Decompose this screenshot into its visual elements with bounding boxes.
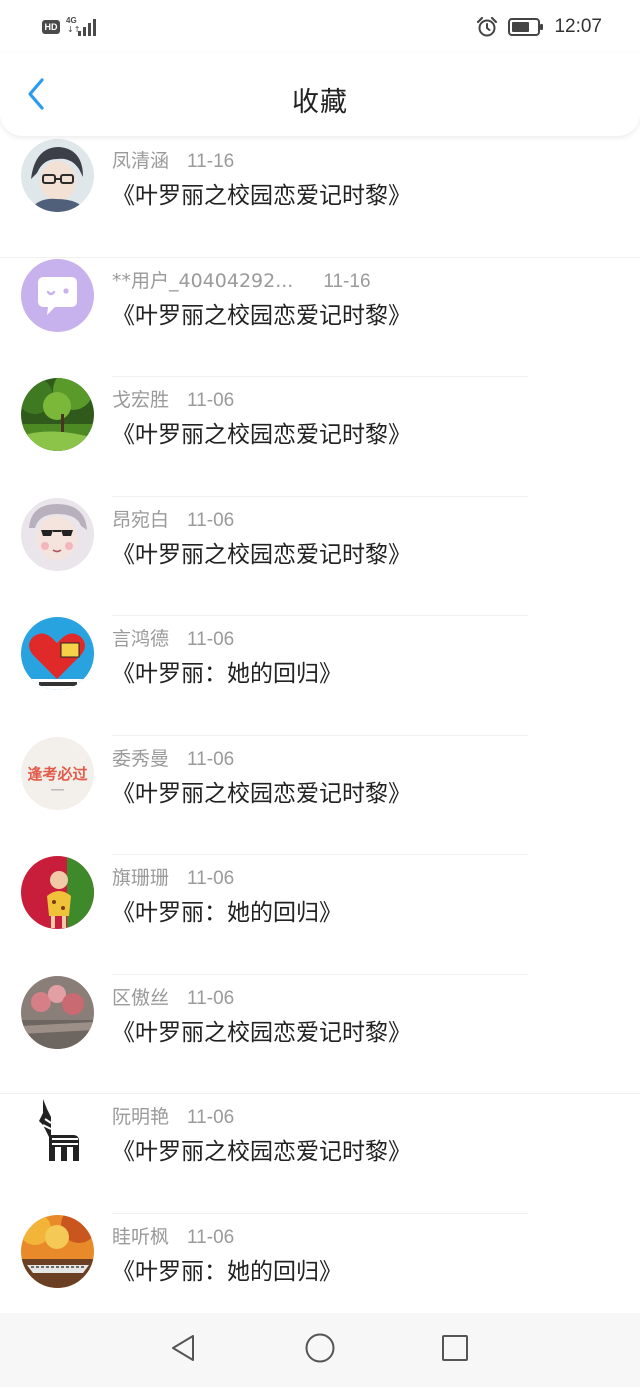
book-title: 《叶罗丽之校园恋爱记时黎》 (112, 1139, 411, 1165)
list-item[interactable]: 旗珊珊 11-06 《叶罗丽：她的回归》 (0, 855, 640, 975)
home-circle-icon (304, 1332, 336, 1368)
date: 11-06 (187, 509, 235, 531)
signal-icon: 4G ↓↑ (66, 16, 98, 38)
avatar: 逢考必过 (21, 736, 94, 810)
avatar (21, 856, 94, 929)
list-item[interactable]: 戈宏胜 11-06 《叶罗丽之校园恋爱记时黎》 (0, 377, 640, 497)
back-triangle-icon (169, 1333, 197, 1367)
item-meta: 戈宏胜 11-06 (112, 385, 234, 412)
date: 11-06 (187, 868, 235, 889)
nav-home-button[interactable] (302, 1332, 338, 1368)
book-title: 《叶罗丽之校园恋爱记时黎》 (112, 302, 411, 329)
header: 收藏 (0, 54, 640, 136)
user-name: 戈宏胜 (112, 389, 170, 411)
recent-square-icon (440, 1333, 470, 1367)
item-meta: 旗珊珊 11-06 (112, 863, 234, 890)
nav-back-button[interactable] (165, 1332, 201, 1368)
battery-icon (508, 17, 544, 37)
book-title: 《叶罗丽：她的回归》 (112, 1258, 342, 1285)
avatar (21, 497, 94, 571)
clock: 12:07 (554, 16, 602, 37)
favorites-list: 凤清涵 11-16 《叶罗丽之校园恋爱记时黎》 **用户_40404292...… (0, 138, 640, 1333)
user-name: 区傲丝 (112, 986, 170, 1009)
book-title: 《叶罗丽：她的回归》 (112, 661, 342, 687)
item-meta: 昂宛白 11-06 (112, 505, 234, 532)
list-item[interactable]: 区傲丝 11-06 《叶罗丽之校园恋爱记时黎》 (0, 975, 640, 1094)
avatar (21, 378, 94, 451)
user-name: **用户_40404292... (112, 269, 294, 292)
list-item[interactable]: 阮明艳 11-06 《叶罗丽之校园恋爱记时黎》 (0, 1094, 640, 1214)
date: 11-16 (323, 270, 371, 292)
avatar (21, 258, 94, 332)
item-meta: 眭听枫 11-06 (112, 1222, 234, 1249)
user-name: 言鸿德 (112, 628, 170, 650)
list-item[interactable]: **用户_40404292... 11-16 《叶罗丽之校园恋爱记时黎》 (0, 258, 640, 377)
item-meta: 言鸿德 11-06 (112, 624, 234, 651)
book-title: 《叶罗丽：她的回归》 (112, 900, 342, 926)
navigation-bar (0, 1313, 640, 1387)
page-title: 收藏 (292, 87, 348, 118)
avatar-text: 逢考必过 (27, 765, 87, 783)
date: 11-06 (187, 629, 235, 650)
list-item[interactable]: 言鸿德 11-06 《叶罗丽：她的回归》 (0, 616, 640, 736)
date: 11-06 (187, 1226, 235, 1248)
avatar (21, 617, 94, 690)
user-name: 委秀曼 (112, 747, 170, 770)
avatar (21, 975, 94, 1049)
date: 11-06 (187, 748, 235, 770)
book-title: 《叶罗丽之校园恋爱记时黎》 (112, 541, 411, 568)
item-meta: 凤清涵 11-16 (112, 146, 234, 173)
date: 11-06 (187, 987, 235, 1009)
status-right: 12:07 (476, 15, 602, 39)
book-title: 《叶罗丽之校园恋爱记时黎》 (112, 1019, 411, 1046)
network-type: 4G (66, 16, 77, 25)
user-name: 凤清涵 (112, 150, 170, 172)
item-meta: 委秀曼 11-06 (112, 744, 234, 771)
item-meta: 区傲丝 11-06 (112, 983, 234, 1010)
alarm-icon (476, 16, 498, 38)
hd-icon: HD (42, 20, 60, 34)
item-meta: **用户_40404292... 11-16 (112, 266, 371, 293)
user-name: 昂宛白 (112, 508, 170, 531)
list-item[interactable]: 凤清涵 11-16 《叶罗丽之校园恋爱记时黎》 (0, 138, 640, 258)
book-title: 《叶罗丽之校园恋爱记时黎》 (112, 780, 411, 807)
user-name: 眭听枫 (112, 1225, 170, 1248)
avatar (21, 1095, 94, 1168)
book-title: 《叶罗丽之校园恋爱记时黎》 (112, 422, 411, 448)
avatar (21, 139, 94, 212)
avatar (21, 1214, 94, 1288)
item-meta: 阮明艳 11-06 (112, 1102, 234, 1129)
book-title: 《叶罗丽之校园恋爱记时黎》 (112, 183, 411, 209)
date: 11-06 (187, 1107, 235, 1128)
user-name: 阮明艳 (112, 1106, 170, 1128)
status-bar: HD 4G ↓↑ 12:07 (0, 0, 640, 54)
list-item[interactable]: 昂宛白 11-06 《叶罗丽之校园恋爱记时黎》 (0, 497, 640, 616)
date: 11-16 (187, 151, 235, 172)
nav-recent-button[interactable] (437, 1332, 473, 1368)
list-item[interactable]: 逢考必过 委秀曼 11-06 《叶罗丽之校园恋爱记时黎》 (0, 736, 640, 855)
user-name: 旗珊珊 (112, 867, 170, 889)
status-left: HD 4G ↓↑ (42, 16, 98, 38)
date: 11-06 (187, 390, 235, 411)
